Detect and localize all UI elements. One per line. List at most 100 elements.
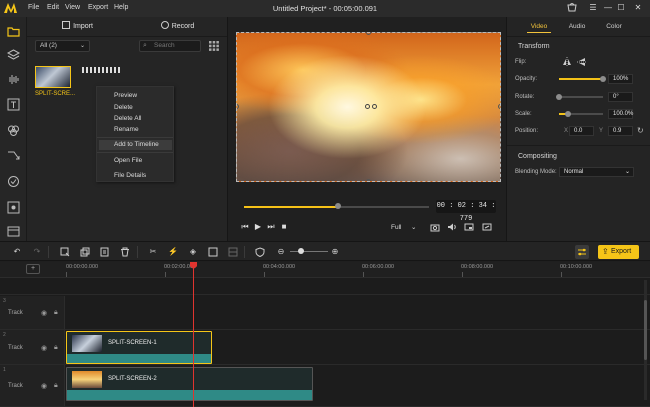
context-rename[interactable]: Rename (99, 125, 172, 135)
position-x-input[interactable]: 0.0 (569, 126, 594, 136)
lock-icon[interactable]: 🔒︎ (54, 382, 58, 390)
grid-view-icon[interactable] (209, 41, 219, 51)
track-3[interactable]: 3 Track ◉ 🔒︎ (0, 296, 650, 330)
scrubber-knob[interactable] (335, 203, 342, 209)
context-delete[interactable]: Delete (99, 103, 172, 113)
preview-scrubber[interactable] (244, 203, 429, 209)
audio-icon[interactable] (6, 72, 21, 87)
record-tab[interactable]: Record (135, 17, 220, 36)
marker-icon[interactable]: ◈ (188, 247, 198, 257)
scale-value[interactable]: 100.0% (608, 109, 633, 119)
playhead[interactable] (193, 262, 194, 407)
menu-file[interactable]: File (28, 4, 39, 11)
reset-icon[interactable]: ↻ (637, 127, 645, 135)
crop-frame-icon[interactable] (208, 247, 218, 257)
context-add-to-timeline[interactable]: Add to Timeline (99, 140, 172, 150)
clip-split-screen-2[interactable]: SPLIT-SCREEN-2 (66, 367, 313, 401)
pip-icon[interactable] (464, 222, 474, 232)
previous-frame-icon[interactable]: ⏮ (240, 222, 250, 232)
shield-icon[interactable] (255, 247, 265, 258)
scrollbar-thumb[interactable] (644, 300, 647, 360)
anchor-handle[interactable] (372, 104, 377, 109)
layers-icon[interactable] (6, 48, 21, 63)
context-open-file[interactable]: Open File (99, 156, 172, 166)
timeline-scrollbar[interactable] (644, 280, 647, 400)
undo-icon[interactable]: ↶ (12, 247, 22, 257)
eye-icon[interactable]: ◉ (41, 382, 47, 390)
menu-hamburger-icon[interactable]: ☰ (586, 2, 600, 14)
split-icon[interactable]: ✂ (148, 247, 158, 257)
flip-vertical-icon[interactable] (577, 57, 587, 67)
filters-icon[interactable] (6, 123, 21, 138)
minimize-icon[interactable]: — (601, 2, 615, 14)
rotate-slider[interactable] (556, 94, 603, 100)
paste-icon[interactable] (100, 247, 110, 257)
volume-icon[interactable] (447, 222, 457, 232)
text-icon[interactable] (6, 97, 21, 112)
slider-knob[interactable] (556, 94, 562, 100)
redo-icon[interactable]: ↷ (32, 247, 42, 257)
context-preview[interactable]: Preview (99, 91, 172, 101)
freeze-icon[interactable] (228, 247, 238, 257)
close-icon[interactable]: ✕ (631, 2, 645, 14)
tab-color[interactable]: Color (596, 17, 632, 36)
speed-icon[interactable]: ⚡ (168, 247, 178, 257)
video-canvas[interactable] (236, 32, 501, 182)
opacity-slider[interactable] (559, 76, 606, 82)
resize-handle[interactable] (237, 104, 239, 109)
stop-icon[interactable]: ■ (279, 222, 289, 232)
tab-audio[interactable]: Audio (559, 17, 595, 36)
eye-icon[interactable]: ◉ (41, 309, 47, 317)
timeline-ruler[interactable]: + 00:00:00.000 00:02:00.000 00:04:00.000… (0, 262, 650, 278)
slider-knob[interactable] (564, 111, 571, 117)
settings-button[interactable] (575, 245, 589, 259)
resize-handle[interactable] (366, 179, 371, 181)
elements-icon[interactable] (6, 200, 21, 215)
zoom-out-icon[interactable]: ⊖ (276, 247, 286, 257)
context-delete-all[interactable]: Delete All (99, 114, 172, 124)
slider-knob[interactable] (600, 76, 606, 82)
fullscreen-icon[interactable] (482, 222, 492, 232)
templates-icon[interactable] (6, 224, 21, 239)
menu-help[interactable]: Help (114, 4, 128, 11)
export-button[interactable]: ⇪ Export (598, 245, 639, 259)
menu-view[interactable]: View (65, 4, 80, 11)
anchor-handle[interactable] (365, 104, 370, 109)
add-track-icon[interactable]: + (26, 264, 40, 274)
menu-export[interactable]: Export (88, 4, 108, 11)
delete-icon[interactable] (120, 247, 130, 257)
rotate-value[interactable]: 0° (608, 92, 633, 102)
store-icon[interactable] (565, 2, 579, 14)
track-2[interactable]: 2 Track ◉ 🔒︎ SPLIT-SCREEN-1 (0, 330, 650, 365)
track-1[interactable]: 1 Track ◉ 🔒︎ SPLIT-SCREEN-2 (0, 365, 650, 407)
clip-split-screen-1[interactable]: SPLIT-SCREEN-1 (66, 331, 212, 364)
tab-video[interactable]: Video (521, 17, 557, 36)
opacity-value[interactable]: 100% (608, 74, 633, 84)
quality-dropdown[interactable]: Full ⌄ (391, 222, 419, 233)
crop-icon[interactable] (60, 247, 70, 257)
flip-horizontal-icon[interactable] (562, 57, 572, 67)
snapshot-icon[interactable] (430, 222, 440, 232)
lock-icon[interactable]: 🔒︎ (54, 344, 58, 352)
resize-handle[interactable] (366, 33, 371, 35)
maximize-icon[interactable]: ☐ (614, 2, 628, 14)
media-folder-icon[interactable] (6, 24, 21, 39)
overlays-icon[interactable] (6, 174, 21, 189)
media-thumbnail-partial[interactable] (82, 67, 120, 73)
resize-handle[interactable] (498, 104, 500, 109)
eye-icon[interactable]: ◉ (41, 344, 47, 352)
lock-icon[interactable]: 🔒︎ (54, 309, 58, 317)
media-search-input[interactable]: ⌕ Search (139, 40, 201, 52)
transitions-icon[interactable] (6, 148, 21, 163)
import-tab[interactable]: Import (35, 17, 120, 36)
media-filter-dropdown[interactable]: All (2) ⌄ (35, 40, 90, 52)
context-file-details[interactable]: File Details (99, 171, 172, 181)
position-y-input[interactable]: 0.9 (608, 126, 633, 136)
play-icon[interactable]: ▶ (253, 222, 263, 232)
copy-icon[interactable] (80, 247, 90, 257)
media-item[interactable]: SPLIT-SCRE... (35, 66, 75, 106)
zoom-slider-knob[interactable] (298, 248, 304, 254)
scale-slider[interactable] (559, 111, 603, 117)
menu-edit[interactable]: Edit (47, 4, 59, 11)
zoom-slider[interactable] (290, 248, 328, 254)
